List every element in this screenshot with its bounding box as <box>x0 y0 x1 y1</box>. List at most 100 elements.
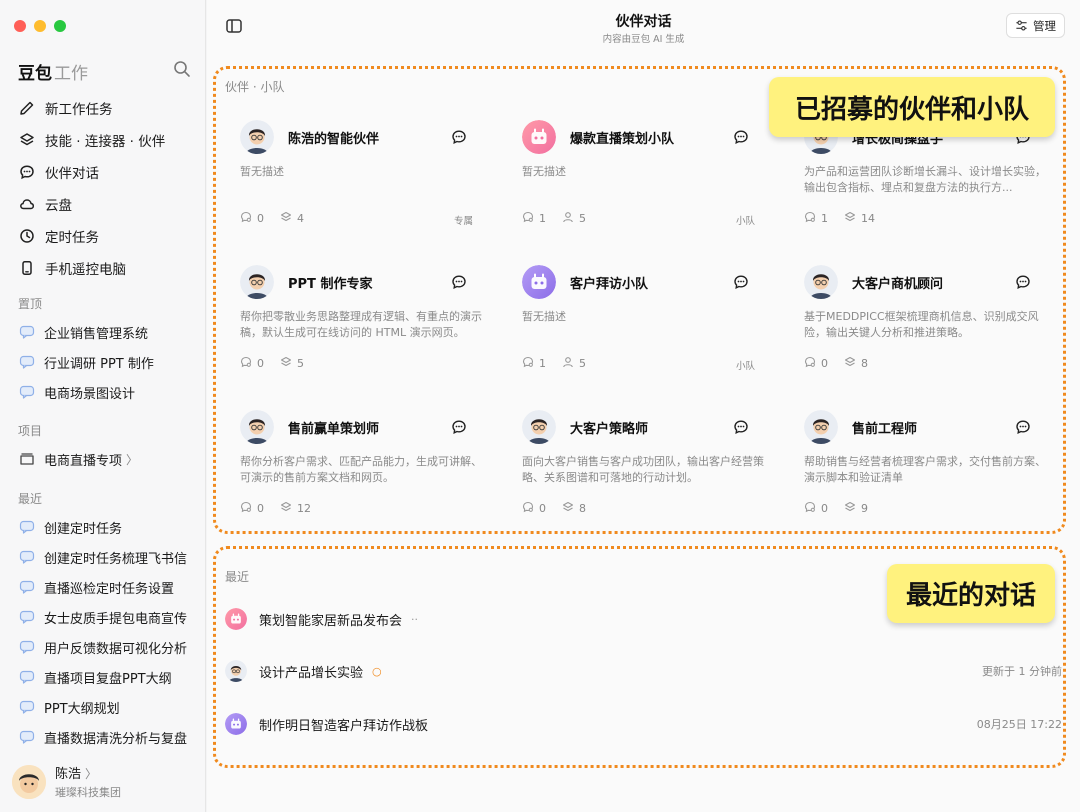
page-subtitle: 内容由豆包 AI 生成 <box>602 34 685 45</box>
chat-icon[interactable] <box>733 274 749 290</box>
member-count: 4 <box>297 212 304 225</box>
partner-stats: 1 14 <box>804 211 891 226</box>
member-stat: 8 <box>562 501 586 516</box>
maximize-window-button[interactable] <box>54 20 66 32</box>
list-item[interactable]: 用户反馈数据可视化分析 <box>0 632 206 662</box>
main-panel: 伙伴对话 内容由豆包 AI 生成 管理 伙伴 · 小队 陈浩的智能伙伴 暂无描述… <box>207 0 1080 812</box>
minimize-window-button[interactable] <box>34 20 46 32</box>
user-profile[interactable]: 陈浩〉 璀璨科技集团 <box>12 763 121 800</box>
usage-stat: 0 <box>804 501 828 516</box>
conversation-count-icon <box>240 356 257 371</box>
member-stat: 8 <box>844 356 868 371</box>
menu-item-skills[interactable]: 技能 · 连接器 · 伙伴 <box>0 124 206 156</box>
list-item-label: 企业销售管理系统 <box>44 326 149 342</box>
chat-icon[interactable] <box>451 419 467 435</box>
usage-stat: 0 <box>240 501 264 516</box>
pinned-section-label: 置顶 <box>18 297 43 311</box>
member-count: 12 <box>297 502 311 515</box>
partner-name: 大客户策略师 <box>570 422 649 437</box>
settings-sliders-icon <box>1016 20 1027 31</box>
partner-stats: 1 5 <box>522 356 602 371</box>
manage-button[interactable]: 管理 <box>1006 13 1065 38</box>
partner-description: 基于MEDDPICC框架梳理商机信息、识别成交风险，输出关键人分析和推进策略。 <box>804 310 1039 339</box>
usage-count: 1 <box>539 357 546 370</box>
list-item[interactable]: 行业调研 PPT 制作 <box>0 347 206 377</box>
usage-stat: 1 <box>522 211 546 226</box>
usage-count: 1 <box>539 212 546 225</box>
conversation-count-icon <box>240 501 257 516</box>
list-item[interactable]: 直播巡检定时任务设置 <box>0 572 206 602</box>
menu-item-label: 技能 · 连接器 · 伙伴 <box>45 134 166 150</box>
chat-bubble-icon <box>18 549 35 566</box>
chevron-right-icon: 〉 <box>126 452 139 467</box>
layers-icon <box>844 211 861 226</box>
projects-section-label: 项目 <box>18 424 43 438</box>
list-item[interactable]: 直播数据清洗分析与复盘 <box>0 722 206 752</box>
list-item[interactable]: 直播项目复盘PPT大纲 <box>0 662 206 692</box>
conversation-count-icon <box>804 211 821 226</box>
usage-stat: 0 <box>804 356 828 371</box>
usage-stat: 0 <box>522 501 546 516</box>
chat-icon[interactable] <box>733 419 749 435</box>
partner-card[interactable]: 客户拜访小队 暂无描述 1 5 小队 <box>507 255 769 387</box>
window-controls <box>14 20 66 32</box>
members-icon <box>562 211 579 226</box>
chat-icon[interactable] <box>451 274 467 290</box>
project-item[interactable]: 电商直播专项〉 <box>0 444 206 474</box>
list-item[interactable]: PPT大纲规划 <box>0 692 206 722</box>
pinned-list: 企业销售管理系统 行业调研 PPT 制作 电商场景图设计 <box>0 317 206 407</box>
list-item[interactable]: 创建定时任务梳理飞书信 <box>0 542 206 572</box>
member-count: 5 <box>579 212 586 225</box>
member-stat: 5 <box>280 356 304 371</box>
partner-card[interactable]: 售前赢单策划师 帮你分析客户需求、匹配产品能力，生成可讲解、可演示的售前方案文档… <box>225 400 487 532</box>
app-brand: 豆包 工作 <box>18 59 88 84</box>
chat-icon[interactable] <box>1015 419 1031 435</box>
projects-list: 电商直播专项〉 <box>0 444 206 474</box>
partner-card[interactable]: 售前工程师 帮助销售与经营者梳理客户需求，交付售前方案、演示脚本和验证清单 0 … <box>789 400 1051 532</box>
brand-subtitle: 工作 <box>54 64 88 84</box>
menu-item-remote[interactable]: 手机遥控电脑 <box>0 252 206 284</box>
chat-bubble-icon <box>18 639 35 656</box>
partner-card[interactable]: 爆款直播策划小队 暂无描述 1 5 小队 <box>507 110 769 242</box>
partner-stats: 0 5 <box>240 356 320 371</box>
search-icon[interactable] <box>173 60 191 78</box>
conversation-title: 制作明日智造客户拜访作战板 <box>259 718 429 734</box>
status-indicator: ○ <box>372 664 382 678</box>
menu-item-partner-chat[interactable]: 伙伴对话 <box>0 156 206 188</box>
layers-icon <box>844 356 861 371</box>
avatar <box>225 608 247 630</box>
partner-name: 客户拜访小队 <box>570 277 649 292</box>
chat-icon[interactable] <box>1015 274 1031 290</box>
list-item[interactable]: 创建定时任务 <box>0 512 206 542</box>
usage-count: 0 <box>821 357 828 370</box>
chat-icon[interactable] <box>733 129 749 145</box>
chat-icon[interactable] <box>451 129 467 145</box>
partner-card[interactable]: 大客户商机顾问 基于MEDDPICC框架梳理商机信息、识别成交风险，输出关键人分… <box>789 255 1051 387</box>
partner-card[interactable]: PPT 制作专家 帮你把零散业务思路整理成有逻辑、有重点的演示稿，默认生成可在线… <box>225 255 487 387</box>
partner-card[interactable]: 陈浩的智能伙伴 暂无描述 0 4 专属 <box>225 110 487 242</box>
close-window-button[interactable] <box>14 20 26 32</box>
recent-conversation-row[interactable]: 制作明日智造客户拜访作战板 08月25日 17:22 <box>225 710 1062 738</box>
list-item[interactable]: 女士皮质手提包电商宣传 <box>0 602 206 632</box>
recent-conversation-row[interactable]: 设计产品增长实验 ○ 更新于 1 分钟前 <box>225 657 1062 685</box>
menu-item-scheduled[interactable]: 定时任务 <box>0 220 206 252</box>
list-item-label: 直播巡检定时任务设置 <box>44 581 175 597</box>
list-item[interactable]: 企业销售管理系统 <box>0 317 206 347</box>
partner-name: 售前工程师 <box>852 422 918 437</box>
menu-item-label: 新工作任务 <box>45 102 113 118</box>
partner-tag: 专属 <box>453 216 473 227</box>
avatar <box>804 265 838 299</box>
member-stat: 12 <box>280 501 311 516</box>
list-item[interactable]: 电商场景图设计 <box>0 377 206 407</box>
menu-item-new-task[interactable]: 新工作任务 <box>0 92 206 124</box>
callout-partners: 已招募的伙伴和小队 <box>769 77 1055 137</box>
partner-name: 陈浩的智能伙伴 <box>288 132 380 147</box>
list-item-label: 创建定时任务梳理飞书信 <box>44 551 188 567</box>
usage-count: 0 <box>257 212 264 225</box>
partner-card[interactable]: 大客户策略师 面向大客户销售与客户成功团队，输出客户经营策略、关系图谱和可落地的… <box>507 400 769 532</box>
project-label: 电商直播专项 <box>44 453 123 469</box>
list-item-label: PPT大纲规划 <box>44 701 120 717</box>
partner-description: 面向大客户销售与客户成功团队，输出客户经营策略、关系图谱和可落地的行动计划。 <box>522 455 764 484</box>
menu-item-cloud[interactable]: 云盘 <box>0 188 206 220</box>
chevron-right-icon: 〉 <box>85 767 98 781</box>
